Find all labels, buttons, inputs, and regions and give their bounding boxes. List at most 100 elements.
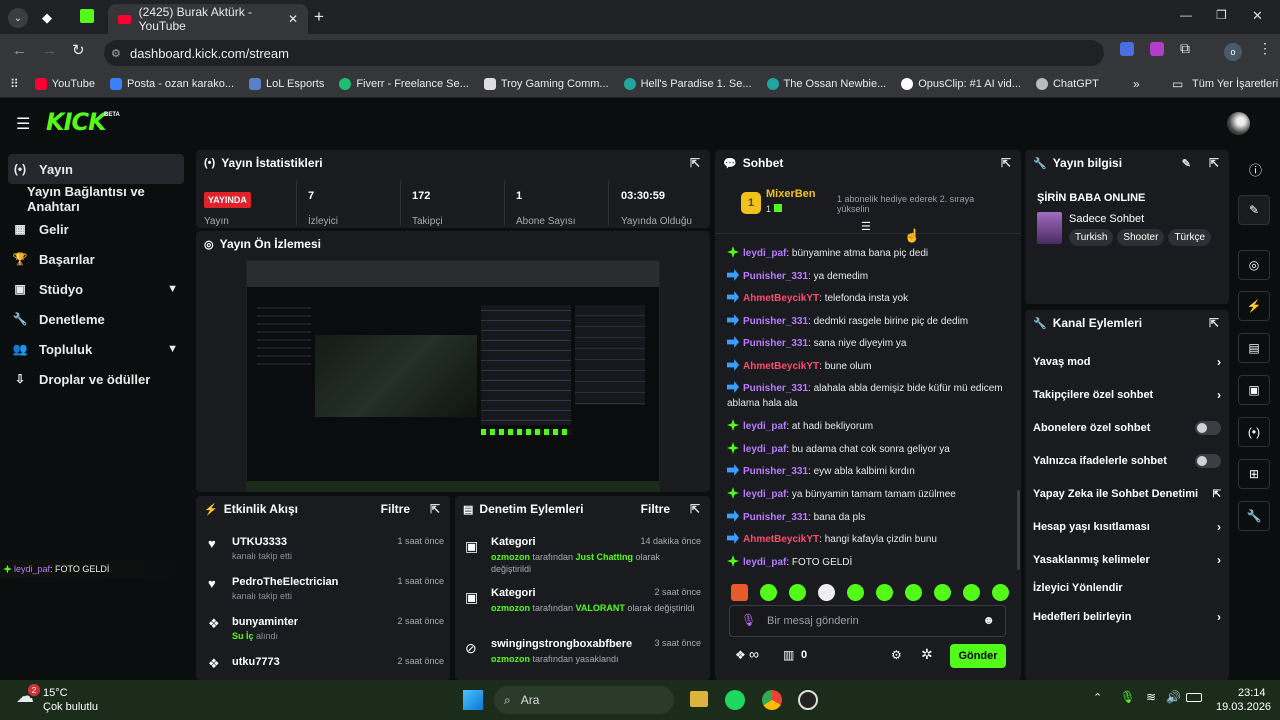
emote[interactable]: [905, 584, 922, 601]
reload-icon[interactable]: ↻: [72, 41, 85, 59]
chat-scrollbar[interactable]: [1017, 490, 1020, 570]
bookmark-posta[interactable]: Posta - ozan karako...: [110, 77, 234, 90]
kick-favicon-icon[interactable]: [80, 9, 94, 23]
popout-icon[interactable]: ⇱: [690, 502, 700, 516]
user-avatar[interactable]: [1227, 112, 1250, 135]
hamburger-icon[interactable]: ☰: [16, 114, 30, 134]
chevron-down-icon[interactable]: ▼: [167, 343, 178, 355]
sidebar-item-topluluk[interactable]: 👥 Topluluk ▼: [0, 334, 190, 364]
profile-avatar[interactable]: o: [1224, 43, 1242, 61]
points-icon[interactable]: ❖: [735, 648, 746, 662]
emote[interactable]: [760, 584, 777, 601]
info-icon[interactable]: ⓘ: [1249, 160, 1262, 179]
microphone-icon[interactable]: 🎙: [1120, 690, 1135, 704]
sidebar-item-basarilar[interactable]: 🏆 Başarılar: [0, 244, 190, 274]
action-slow-mode[interactable]: Yavaş mod ›: [1033, 352, 1221, 372]
bookmark-lol-esports[interactable]: LoL Esports: [249, 77, 324, 90]
popout-icon[interactable]: ⇱: [430, 502, 440, 516]
action-account-age[interactable]: Hesap yaşı kısıtlaması ›: [1033, 517, 1221, 537]
emote[interactable]: [992, 584, 1009, 601]
tray-chevron-icon[interactable]: ⌃: [1093, 691, 1102, 704]
volume-icon[interactable]: 🔊: [1166, 690, 1181, 704]
extension-shield-icon[interactable]: [1120, 42, 1134, 56]
pinned-user[interactable]: MixerBen: [766, 188, 816, 200]
new-tab-icon[interactable]: +: [314, 7, 324, 27]
more-bookmarks-icon[interactable]: »: [1133, 77, 1140, 91]
close-window-icon[interactable]: ✕: [1252, 8, 1263, 24]
chat-username[interactable]: leydi_paf: [743, 489, 786, 500]
bookmark-opusclip[interactable]: OpusClip: #1 AI vid...: [901, 77, 1021, 90]
popout-icon[interactable]: ⇱: [1209, 316, 1219, 330]
chat-username[interactable]: Punisher_331: [743, 316, 808, 327]
chat-username[interactable]: Punisher_331: [743, 383, 808, 394]
action-host[interactable]: İzleyici Yönlendir: [1033, 578, 1221, 598]
sidebar-item-droplar[interactable]: ⇩ Droplar ve ödüller: [0, 364, 190, 394]
emote[interactable]: [731, 584, 748, 601]
bot-icon[interactable]: ✲: [921, 646, 933, 663]
minimize-icon[interactable]: —: [1180, 8, 1192, 22]
chat-username[interactable]: Punisher_331: [743, 338, 808, 349]
bookmark-chatgpt[interactable]: ChatGPT: [1035, 77, 1099, 90]
chevron-down-icon[interactable]: ▼: [167, 283, 178, 295]
obs-icon[interactable]: [798, 690, 818, 710]
action-ai-moderation[interactable]: Yapay Zeka ile Sohbet Denetimi ⇱: [1033, 484, 1221, 504]
chat-username[interactable]: leydi_paf: [743, 557, 786, 568]
sidebar-item-denetleme[interactable]: 🔧 Denetleme: [0, 304, 190, 334]
clock-date[interactable]: 19.03.2026: [1216, 701, 1271, 713]
action-followers-only[interactable]: Takipçilere özel sohbet ›: [1033, 385, 1221, 405]
emote[interactable]: [789, 584, 806, 601]
action-goals[interactable]: Hedefleri belirleyin ›: [1033, 607, 1221, 627]
bookmark-ossan[interactable]: The Ossan Newbie...: [766, 77, 886, 90]
bookmark-fiverr[interactable]: Fiverr - Freelance Se...: [339, 77, 469, 90]
forward-icon[interactable]: →: [42, 42, 57, 59]
menu-dots-icon[interactable]: ⋮: [1258, 40, 1272, 57]
category-name[interactable]: Sadece Sohbet: [1069, 213, 1144, 225]
chat-input[interactable]: 🎙 Bir mesaj gönderin ☻: [729, 605, 1006, 637]
chat-username[interactable]: AhmetBeycikYT: [743, 534, 819, 545]
settings-gear-icon[interactable]: ⚙: [891, 648, 902, 662]
rail-stats-button[interactable]: (•): [1238, 417, 1270, 447]
emote[interactable]: [963, 584, 980, 601]
chrome-icon[interactable]: [762, 690, 782, 710]
collapse-icon[interactable]: ☰: [861, 220, 871, 233]
tab-close-icon[interactable]: ✕: [288, 12, 298, 26]
battery-icon[interactable]: [1186, 693, 1202, 702]
emote[interactable]: [847, 584, 864, 601]
chat-username[interactable]: Punisher_331: [743, 466, 808, 477]
kick-logo[interactable]: KICK: [46, 108, 107, 136]
taskbar-search[interactable]: ⌕ Ara: [494, 686, 674, 714]
rail-streams-button[interactable]: ⊞: [1238, 459, 1270, 489]
mic-icon[interactable]: 🎙: [741, 613, 756, 627]
sidebar-item-stream-key[interactable]: Yayın Bağlantısı ve Anahtarı: [0, 184, 190, 214]
pinned-tab-icon[interactable]: ◆: [42, 10, 52, 26]
file-explorer-icon[interactable]: [690, 691, 708, 707]
emote[interactable]: [818, 584, 835, 601]
rail-chat-button[interactable]: ▣: [1238, 375, 1270, 405]
tab-youtube[interactable]: (2425) Burak Aktürk - YouTube ✕: [108, 4, 308, 34]
emoji-icon[interactable]: ☻: [982, 613, 995, 627]
spotify-icon[interactable]: [725, 690, 745, 710]
gift-box-icon[interactable]: ▥: [783, 648, 794, 662]
site-info-icon[interactable]: ⚙: [111, 47, 121, 60]
windows-start-icon[interactable]: [463, 690, 483, 710]
tag[interactable]: Shooter: [1117, 229, 1165, 246]
rail-activity-button[interactable]: ⚡: [1238, 291, 1270, 321]
restore-icon[interactable]: ❐: [1216, 8, 1227, 22]
filter-button[interactable]: Filtre: [641, 502, 670, 516]
tag[interactable]: Turkish: [1069, 229, 1114, 246]
bookmark-hells-paradise[interactable]: Hell's Paradise 1. Se...: [623, 77, 752, 90]
sidebar-item-gelir[interactable]: ▦ Gelir: [0, 214, 190, 244]
rail-moderation-button[interactable]: ▤: [1238, 333, 1270, 363]
chat-username[interactable]: AhmetBeycikYT: [743, 293, 819, 304]
chat-username[interactable]: Punisher_331: [743, 512, 808, 523]
sidebar-item-yayin[interactable]: (•) Yayın: [8, 154, 184, 184]
wifi-icon[interactable]: ≋: [1146, 690, 1156, 704]
send-button[interactable]: Gönder: [950, 644, 1006, 668]
popout-icon[interactable]: ⇱: [1209, 156, 1219, 170]
edit-layout-button[interactable]: ✎: [1238, 195, 1270, 225]
tag[interactable]: Türkçe: [1168, 229, 1212, 246]
filter-button[interactable]: Filtre: [381, 502, 410, 516]
emote[interactable]: [876, 584, 893, 601]
chat-username[interactable]: Punisher_331: [743, 271, 808, 282]
extension-purple-icon[interactable]: [1150, 42, 1164, 56]
